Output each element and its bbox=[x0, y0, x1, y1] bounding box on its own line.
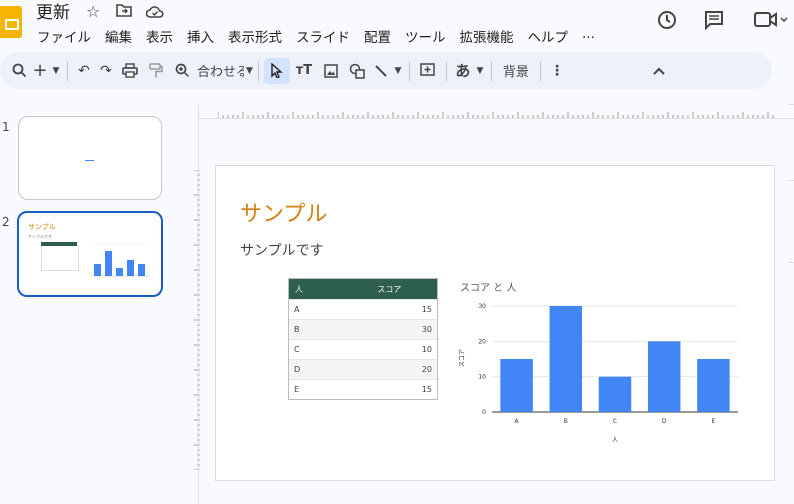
thumb-subtitle: サンプルです bbox=[28, 234, 52, 239]
slides-logo[interactable] bbox=[0, 6, 22, 38]
slide-title[interactable]: サンプル bbox=[240, 196, 327, 228]
zoom-select[interactable]: 合わせる ▼ bbox=[195, 58, 253, 84]
table-cell-person: A bbox=[289, 299, 342, 320]
collapse-toolbar-icon[interactable] bbox=[648, 58, 670, 84]
chevron-down-icon: ▼ bbox=[246, 65, 253, 76]
select-tool-icon[interactable] bbox=[263, 57, 290, 84]
paint-format-icon[interactable] bbox=[143, 58, 169, 84]
table-cell-score: 20 bbox=[341, 359, 437, 380]
chart-x-tick-label: E bbox=[712, 418, 716, 425]
line-chevron-icon[interactable]: ▼ bbox=[392, 58, 404, 84]
undo-icon[interactable]: ↶ bbox=[73, 58, 95, 84]
more-options-icon[interactable]: ⋮ bbox=[546, 58, 568, 84]
menu-format[interactable]: 表示形式 bbox=[228, 26, 282, 46]
insert-comment-icon[interactable] bbox=[415, 58, 441, 84]
meet-icon[interactable] bbox=[754, 11, 788, 33]
slide-number-2: 2 bbox=[2, 215, 10, 229]
slide-number-1: 1 bbox=[2, 120, 10, 134]
chart-bar-a[interactable] bbox=[500, 359, 533, 412]
menu-bar: ファイル 編集 表示 挿入 表示形式 スライド 配置 ツール 拡張機能 ヘルプ … bbox=[37, 26, 609, 46]
chart-bar-e[interactable] bbox=[697, 359, 730, 412]
slide-thumbnail-2[interactable]: サンプル サンプルです bbox=[17, 211, 163, 297]
menu-extensions[interactable]: 拡張機能 bbox=[460, 26, 514, 46]
chart-y-tick-label: 10 bbox=[478, 374, 486, 381]
chart-y-tick-label: 20 bbox=[478, 338, 486, 345]
new-slide-chevron-icon[interactable]: ▼ bbox=[50, 58, 62, 84]
zoom-icon[interactable] bbox=[169, 58, 195, 84]
chart-y-tick-label: 0 bbox=[482, 409, 486, 416]
chart-y-axis-label: スコア bbox=[459, 349, 466, 367]
table-row: A 15 bbox=[289, 299, 437, 320]
text-style-button[interactable]: あ bbox=[452, 58, 474, 84]
shape-icon[interactable] bbox=[344, 58, 370, 84]
chart-bar-d[interactable] bbox=[647, 341, 681, 412]
thumb-table bbox=[41, 246, 79, 271]
table-header-person: 人 bbox=[289, 279, 342, 300]
image-icon[interactable] bbox=[318, 58, 344, 84]
table-cell-person: C bbox=[289, 339, 342, 360]
table-cell-person: E bbox=[289, 379, 342, 399]
table-row: B 30 bbox=[289, 319, 437, 340]
table-cell-score: 30 bbox=[341, 319, 437, 340]
history-icon[interactable] bbox=[656, 9, 678, 35]
menu-more[interactable]: ... bbox=[582, 26, 595, 46]
comment-icon[interactable] bbox=[704, 10, 724, 34]
table-row: D 20 bbox=[289, 359, 437, 380]
move-folder-icon[interactable] bbox=[116, 2, 132, 21]
slide-canvas[interactable]: サンプル サンプルです 人 スコア A 15 B 30 C 10 D 20 E 15 スコ… bbox=[215, 165, 775, 481]
thumb-title: サンプル bbox=[28, 223, 56, 231]
menu-arrange[interactable]: 配置 bbox=[364, 26, 391, 46]
score-table[interactable]: 人 スコア A 15 B 30 C 10 D 20 E 15 bbox=[288, 278, 438, 400]
line-icon[interactable] bbox=[370, 58, 392, 84]
redo-icon[interactable]: ↷ bbox=[95, 58, 117, 84]
chart-x-tick-label: D bbox=[662, 418, 667, 425]
chart-bar-c[interactable] bbox=[598, 376, 632, 412]
table-cell-score: 10 bbox=[341, 339, 437, 360]
table-row: E 15 bbox=[289, 379, 437, 399]
menu-slide[interactable]: スライド bbox=[296, 26, 350, 46]
menu-tools[interactable]: ツール bbox=[405, 26, 446, 46]
table-header-score: スコア bbox=[341, 279, 437, 300]
text-box-icon[interactable]: ᴛT bbox=[290, 58, 318, 84]
bar-chart[interactable]: スコア と 人 スコア 人 0 10 20 30 A B C D E bbox=[456, 276, 746, 451]
chart-title: スコア と 人 bbox=[460, 282, 516, 294]
table-cell-person: B bbox=[289, 319, 342, 340]
slide-thumbnail-1[interactable] bbox=[18, 116, 162, 200]
text-style-chevron-icon[interactable]: ▼ bbox=[474, 58, 486, 84]
new-slide-icon[interactable]: + bbox=[30, 58, 50, 84]
chart-bar-b[interactable] bbox=[549, 306, 583, 412]
zoom-label: 合わせる bbox=[197, 65, 244, 80]
chart-x-tick-label: A bbox=[515, 418, 520, 425]
search-menus-icon[interactable] bbox=[8, 58, 30, 84]
menu-file[interactable]: ファイル bbox=[37, 26, 91, 46]
thumb-placeholder-mark bbox=[85, 160, 94, 161]
table-cell-person: D bbox=[289, 359, 342, 380]
menu-edit[interactable]: 編集 bbox=[105, 26, 132, 46]
chart-x-tick-label: C bbox=[613, 418, 617, 425]
print-icon[interactable] bbox=[117, 58, 143, 84]
toolbar: + ▼ ↶ ↷ 合わせる ▼ ᴛT ▼ あ ▼ 背景 ⋮ bbox=[0, 52, 772, 89]
chart-y-tick-label: 30 bbox=[478, 303, 486, 310]
table-cell-score: 15 bbox=[341, 379, 437, 399]
slide-subtitle[interactable]: サンプルです bbox=[240, 240, 324, 260]
background-button[interactable]: 背景 bbox=[497, 58, 535, 84]
menu-insert[interactable]: 挿入 bbox=[187, 26, 214, 46]
chart-x-axis-label: 人 bbox=[612, 437, 618, 444]
star-icon[interactable]: ☆ bbox=[86, 2, 100, 21]
menu-view[interactable]: 表示 bbox=[146, 26, 173, 46]
horizontal-ruler[interactable] bbox=[218, 104, 774, 118]
document-title[interactable]: 更新 bbox=[36, 0, 70, 23]
thumb-chart bbox=[91, 243, 149, 277]
table-cell-score: 15 bbox=[341, 299, 437, 320]
chart-x-tick-label: B bbox=[564, 418, 568, 425]
table-row: C 10 bbox=[289, 339, 437, 360]
cloud-saved-icon[interactable] bbox=[145, 3, 164, 22]
menu-help[interactable]: ヘルプ bbox=[528, 26, 569, 46]
